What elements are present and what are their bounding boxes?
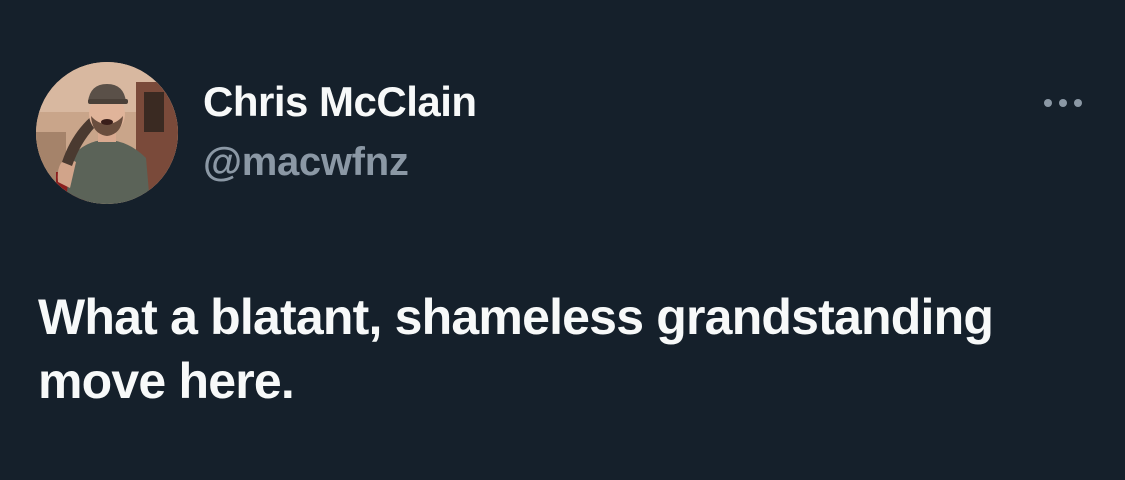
tweet-card: Chris McClain @macwfnz What a blatant, s… xyxy=(0,0,1125,480)
author-handle[interactable]: @macwfnz xyxy=(203,140,409,185)
author-display-name[interactable]: Chris McClain xyxy=(203,78,477,126)
avatar-photo-icon xyxy=(36,62,178,204)
more-horizontal-icon xyxy=(1044,99,1082,107)
author-avatar[interactable] xyxy=(36,62,178,204)
more-options-button[interactable] xyxy=(1038,88,1088,118)
tweet-text: What a blatant, shameless grandstanding … xyxy=(38,289,994,409)
